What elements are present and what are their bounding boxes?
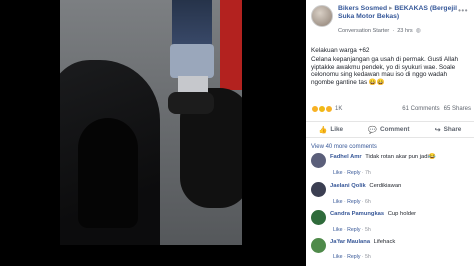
photo-scooter-seat (78, 118, 138, 228)
comment-text: Tidak rotan akar pun jadi😂 (365, 154, 437, 160)
comments-count[interactable]: 61 Comments (402, 106, 439, 112)
share-icon: ↪ (434, 126, 441, 134)
like-reaction-icon (325, 105, 333, 113)
post-caption: Kelakuan warga +62 Celana kepanjangan ga… (311, 47, 471, 88)
photo-jeans (172, 0, 212, 48)
post-title: Bikers Sosmed ▸ BEKAKAS (Bergejil Suka M… (338, 5, 470, 21)
caption-line-1: Kelakuan warga +62 (311, 47, 370, 54)
comment-time[interactable]: 5h (365, 227, 371, 233)
comment-text: Cup holder (387, 211, 417, 217)
comment-time[interactable]: 5h (365, 254, 371, 260)
group-arrow-icon: ▸ (389, 5, 393, 12)
commenter-name[interactable]: Jaelani Qolik (330, 183, 366, 189)
shares-count[interactable]: 65 Shares (444, 106, 471, 112)
comment-label: Comment (380, 126, 410, 133)
post-actions: 👍 Like 💬 Comment ↪ Share (306, 121, 474, 138)
comment-icon: 💬 (368, 126, 378, 134)
thumbs-up-icon: 👍 (318, 126, 328, 134)
comment-like-link[interactable]: Like (333, 254, 343, 260)
reactions-bar: 1K 61 Comments 65 Shares (311, 104, 471, 114)
commenter-avatar[interactable] (311, 238, 326, 253)
post-header: Bikers Sosmed ▸ BEKAKAS (Bergejil Suka M… (306, 0, 474, 44)
comment-time[interactable]: 7h (365, 170, 371, 176)
comment-reply-link[interactable]: Reply (347, 170, 360, 176)
photo-shoe (168, 92, 214, 114)
view-more-comments-link[interactable]: View 40 more comments (311, 144, 377, 150)
comment-text: Cerdikiawan (369, 183, 402, 189)
commenter-name[interactable]: Fadhel Amr (330, 154, 362, 160)
like-label: Like (330, 126, 344, 133)
commenter-name[interactable]: Candra Pamungkas (330, 211, 384, 217)
comment-bubble: Fadhel Amr Tidak rotan akar pun jadi😂 (330, 154, 436, 161)
comment-bubble: Ja'far Maulana Lifehack (330, 239, 395, 246)
comment-button[interactable]: 💬 Comment (368, 126, 409, 134)
comment-reply-link[interactable]: Reply (347, 199, 360, 205)
author-avatar[interactable] (311, 5, 333, 27)
post-time[interactable]: 23 hrs (397, 28, 413, 34)
commenter-avatar[interactable] (311, 153, 326, 168)
privacy-icon: ◍ (415, 28, 421, 34)
commenter-avatar[interactable] (311, 210, 326, 225)
comment-meta: Like · Reply · 6h (333, 199, 371, 205)
comment-reply-link[interactable]: Reply (347, 227, 360, 233)
post-subline: Conversation Starter · 23 hrs ◍ (338, 27, 421, 35)
comment-meta: Like · Reply · 7h (333, 170, 371, 176)
comment-reply-link[interactable]: Reply (347, 254, 360, 260)
like-button[interactable]: 👍 Like (319, 126, 344, 134)
post-photo[interactable] (60, 0, 242, 245)
share-label: Share (443, 126, 462, 133)
comment-time[interactable]: 6h (365, 199, 371, 205)
post-side-panel: Bikers Sosmed ▸ BEKAKAS (Bergejil Suka M… (306, 0, 474, 266)
photo-jeans-cuff (170, 44, 214, 78)
share-button[interactable]: ↪ Share (435, 126, 462, 134)
author-name[interactable]: Bikers Sosmed (338, 5, 387, 12)
caption-line-2: Celana kepanjangan ga usah di permak. Gu… (311, 55, 459, 87)
commenter-name[interactable]: Ja'far Maulana (330, 239, 370, 245)
commenter-avatar[interactable] (311, 182, 326, 197)
more-options-icon[interactable]: ••• (458, 6, 468, 15)
photo-viewer (0, 0, 306, 266)
comment-like-link[interactable]: Like (333, 199, 343, 205)
conversation-starter-badge: Conversation Starter (338, 27, 390, 34)
comment-like-link[interactable]: Like (333, 170, 343, 176)
reaction-count[interactable]: 1K (335, 106, 342, 112)
dot-separator: · (392, 27, 395, 34)
comment-meta: Like · Reply · 5h (333, 227, 371, 233)
comment-meta: Like · Reply · 5h (333, 254, 371, 260)
comment-like-link[interactable]: Like (333, 227, 343, 233)
photo-red-motorbike (220, 0, 242, 90)
comment-text: Lifehack (373, 239, 396, 245)
comment-bubble: Jaelani Qolik Cerdikiawan (330, 183, 401, 190)
comment-bubble: Candra Pamungkas Cup holder (330, 211, 416, 218)
